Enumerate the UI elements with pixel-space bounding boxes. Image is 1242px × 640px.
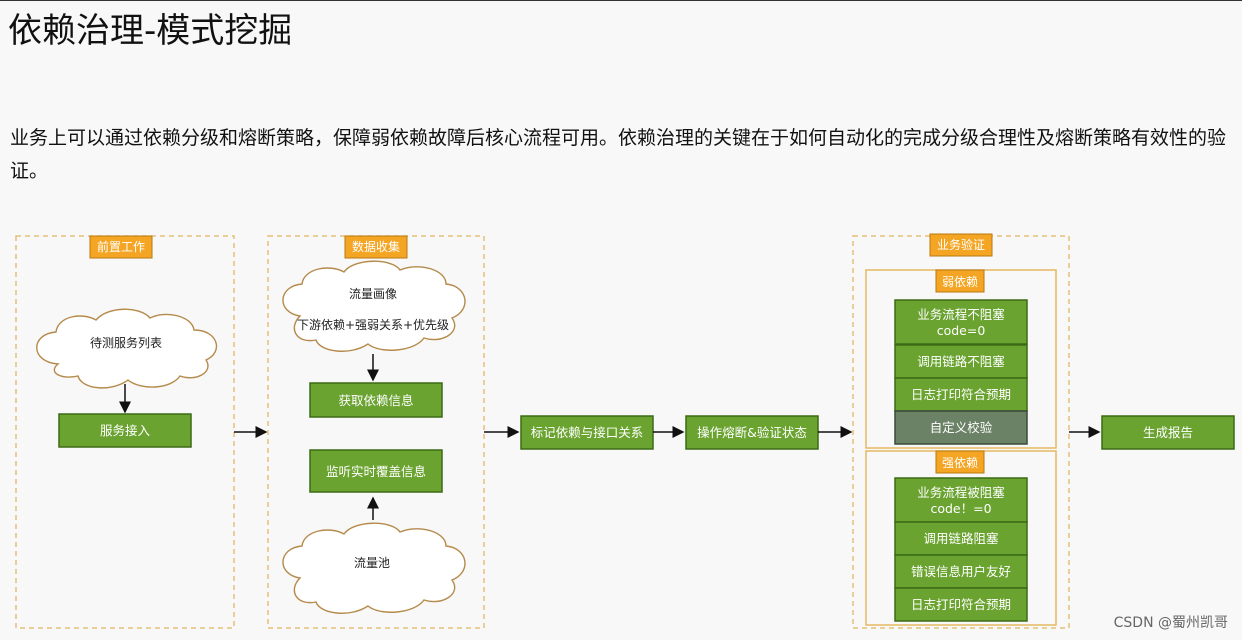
weak-log-text: 日志打印符合预期 [911,387,1011,402]
strong-log-text: 日志打印符合预期 [911,597,1011,612]
traffic-profile-title: 流量画像 [349,287,397,301]
service-onboard-text: 服务接入 [100,423,151,438]
weak-not-blocked-text: 业务流程不阻塞 [917,307,1005,322]
strong-chain-text: 调用链路阻塞 [923,531,999,546]
traffic-pool-text: 流量池 [354,556,390,570]
prep-section-label: 前置工作 [97,239,145,254]
weak-label: 弱依赖 [942,274,978,289]
strong-label: 强依赖 [942,455,978,470]
weak-custom-check-text: 自定义校验 [930,420,993,435]
service-list-cloud-text: 待测服务列表 [90,335,162,350]
verify-section-label: 业务验证 [937,237,985,252]
traffic-profile-cloud [282,260,466,352]
flow-diagram: 前置工作 待测服务列表 服务接入 数据收集 流量画像 下游依赖+强弱关系+优先级… [15,233,1235,629]
generate-report-text: 生成报告 [1143,425,1193,440]
mark-relation-text: 标记依赖与接口关系 [531,425,644,440]
watermark: CSDN @蜀州凯哥 [1113,615,1228,631]
strong-code-text: code！=0 [930,501,991,516]
get-dependency-text: 获取依赖信息 [338,393,413,408]
traffic-profile-subtitle: 下游依赖+强弱关系+优先级 [297,317,449,332]
collect-section-label: 数据收集 [352,239,400,254]
listen-coverage-text: 监听实时覆盖信息 [326,464,426,479]
strong-error-text: 错误信息用户友好 [911,564,1011,579]
weak-code-text: code=0 [937,323,986,338]
operate-verify-text: 操作熔断&验证状态 [697,425,807,440]
weak-chain-text: 调用链路不阻塞 [917,354,1005,369]
strong-blocked-text: 业务流程被阻塞 [917,485,1005,500]
